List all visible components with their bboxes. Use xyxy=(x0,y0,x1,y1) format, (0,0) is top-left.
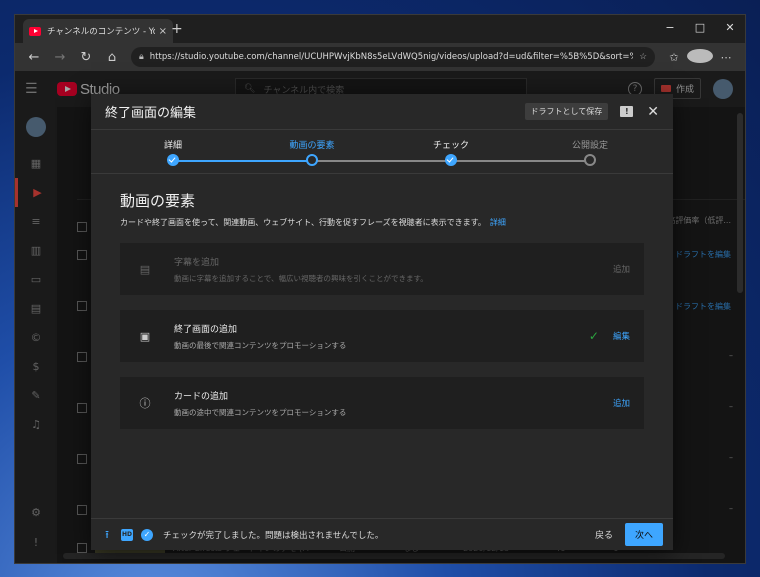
youtube-favicon-icon xyxy=(29,26,41,36)
tab-title: チャンネルのコンテンツ - YouTube Studio xyxy=(47,27,155,37)
checkmark-icon: ✓ xyxy=(588,329,599,343)
step-label: 動画の要素 xyxy=(289,141,335,151)
more-menu-icon[interactable]: ⋯ xyxy=(713,51,739,64)
step-todo-dot-icon xyxy=(584,154,596,166)
url-field[interactable]: 🔒︎ https://studio.youtube.com/channel/UC… xyxy=(131,47,655,67)
section-desc-text: カードや終了画面を使って、関連動画、ウェブサイト、行動を促すフレーズを視聴者に表… xyxy=(120,218,486,227)
save-draft-button[interactable]: ドラフトとして保存 xyxy=(524,103,609,120)
end-screen-dialog: 終了画面の編集 ドラフトとして保存 ! ✕ 詳細 動画の要素 チェック 公開設定 xyxy=(91,94,673,550)
url-text: https://studio.youtube.com/channel/UCUHP… xyxy=(149,52,634,62)
browser-tab[interactable]: チャンネルのコンテンツ - YouTube Studio × xyxy=(23,19,173,43)
back-arrow-icon[interactable]: ← xyxy=(21,50,47,65)
section-title: 動画の要素 xyxy=(120,192,196,210)
step-visibility[interactable]: 公開設定 xyxy=(550,130,630,166)
feedback-flag-icon[interactable]: ! xyxy=(620,106,634,117)
add-cards-card: ⓘ カードの追加 動画の途中で関連コンテンツをプロモーションする 追加 xyxy=(120,377,644,429)
new-tab-button[interactable]: + xyxy=(171,21,183,37)
close-window-button[interactable]: ✕ xyxy=(715,15,745,43)
next-button[interactable]: 次へ xyxy=(624,523,663,546)
add-cards-button[interactable]: 追加 xyxy=(613,397,630,409)
refresh-icon[interactable]: ↻ xyxy=(73,50,99,65)
card-subtitle: 動画に字幕を追加することで、幅広い視聴者の興味を引くことができます。 xyxy=(174,273,428,283)
favorite-star-icon[interactable]: ☆ xyxy=(639,52,647,62)
hd-badge-icon[interactable]: HD xyxy=(121,528,133,541)
card-title: カードの追加 xyxy=(174,391,229,402)
upload-icon[interactable]: ⭱ xyxy=(101,528,113,541)
card-title: 字幕を追加 xyxy=(174,257,220,268)
home-icon[interactable]: ⌂ xyxy=(99,50,125,65)
step-label: チェック xyxy=(432,141,469,151)
close-dialog-icon[interactable]: ✕ xyxy=(647,104,659,120)
step-done-check-icon xyxy=(167,154,179,166)
edit-end-screen-button[interactable]: 編集 xyxy=(613,330,630,342)
step-done-check-icon xyxy=(445,154,457,166)
step-label: 詳細 xyxy=(163,141,182,151)
add-subtitles-button[interactable]: 追加 xyxy=(613,263,630,275)
info-icon: ⓘ xyxy=(139,397,151,410)
lock-icon: 🔒︎ xyxy=(139,52,144,62)
learn-more-link[interactable]: 詳細 xyxy=(490,218,506,227)
step-label: 公開設定 xyxy=(571,141,608,151)
dialog-body: 動画の要素 カードや終了画面を使って、関連動画、ウェブサイト、行動を促すフレーズ… xyxy=(91,174,673,429)
dialog-footer: ⭱ HD ✓ チェックが完了しました。問題は検出されませんでした。 戻る 次へ xyxy=(91,518,673,550)
card-title: 終了画面の追加 xyxy=(174,324,238,335)
browser-window: チャンネルのコンテンツ - YouTube Studio × + − □ ✕ ←… xyxy=(14,14,746,564)
card-subtitle: 動画の最後で関連コンテンツをプロモーションする xyxy=(174,340,347,350)
add-end-screen-card: ▣ 終了画面の追加 動画の最後で関連コンテンツをプロモーションする ✓ 編集 xyxy=(120,310,644,362)
window-controls: − □ ✕ xyxy=(655,15,745,43)
add-subtitles-card: ▤ 字幕を追加 動画に字幕を追加することで、幅広い視聴者の興味を引くことができま… xyxy=(120,243,644,295)
section-description: カードや終了画面を使って、関連動画、ウェブサイト、行動を促すフレーズを視聴者に表… xyxy=(120,217,644,228)
tab-close-icon[interactable]: × xyxy=(159,26,167,37)
step-checks[interactable]: チェック xyxy=(411,130,491,166)
dialog-title: 終了画面の編集 xyxy=(105,106,197,121)
step-current-dot-icon xyxy=(306,154,318,166)
step-details[interactable]: 詳細 xyxy=(133,130,213,166)
step-video-elements[interactable]: 動画の要素 xyxy=(272,130,352,166)
upload-stepper: 詳細 動画の要素 チェック 公開設定 xyxy=(91,130,673,174)
back-button[interactable]: 戻る xyxy=(595,528,613,541)
address-bar: ← → ↻ ⌂ 🔒︎ https://studio.youtube.com/ch… xyxy=(15,43,745,71)
subtitles-icon: ▤ xyxy=(139,262,151,276)
minimize-button[interactable]: − xyxy=(655,15,685,43)
maximize-button[interactable]: □ xyxy=(685,15,715,43)
status-text: チェックが完了しました。問題は検出されませんでした。 xyxy=(163,530,384,541)
card-subtitle: 動画の途中で関連コンテンツをプロモーションする xyxy=(174,407,347,417)
profile-avatar[interactable] xyxy=(687,48,713,66)
favorites-icon[interactable]: ✩ xyxy=(661,51,687,64)
end-screen-icon: ▣ xyxy=(139,329,151,343)
checks-complete-icon[interactable]: ✓ xyxy=(141,528,153,541)
forward-arrow-icon[interactable]: → xyxy=(47,50,73,65)
tab-bar: チャンネルのコンテンツ - YouTube Studio × + − □ ✕ xyxy=(15,15,745,43)
dialog-header: 終了画面の編集 ドラフトとして保存 ! ✕ xyxy=(91,94,673,130)
